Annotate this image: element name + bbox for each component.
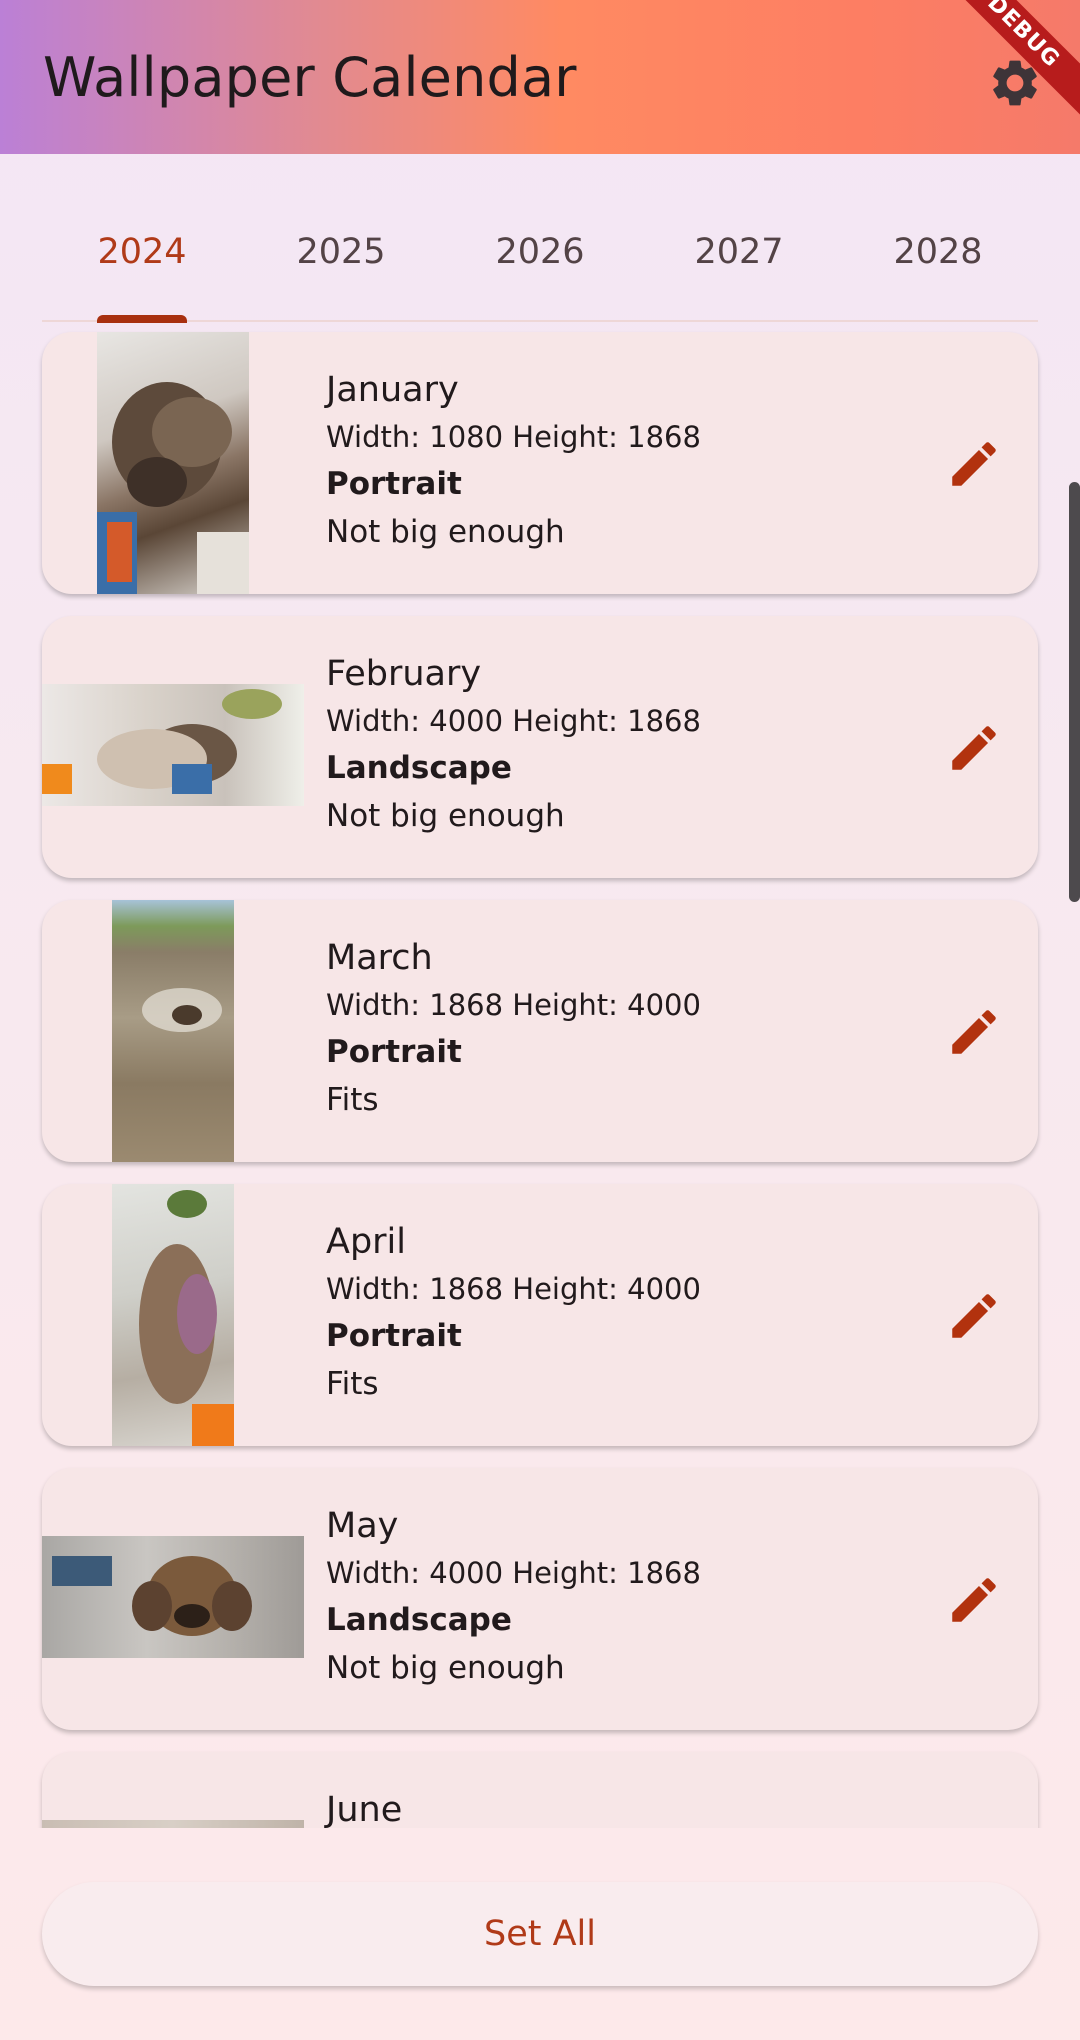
tab-2027[interactable]: 2027 (639, 232, 839, 292)
month-name: May (326, 1506, 399, 1546)
month-card-february[interactable]: February Width: 4000 Height: 1868 Landsc… (42, 616, 1038, 878)
dog-photo (97, 382, 249, 594)
tab-2028[interactable]: 2028 (838, 232, 1038, 292)
wallpaper-thumbnail (97, 332, 249, 594)
month-name: June (326, 1790, 403, 1828)
edit-button[interactable] (942, 1000, 1006, 1064)
dog-photo (139, 1190, 234, 1446)
orientation-label: Portrait (326, 1318, 462, 1354)
wallpaper-thumbnail (42, 684, 304, 806)
month-card-june[interactable]: June (42, 1752, 1038, 1828)
orientation-label: Landscape (326, 1602, 512, 1638)
orientation-label: Portrait (326, 466, 462, 502)
edit-button[interactable] (942, 716, 1006, 780)
pencil-icon (952, 1578, 996, 1622)
fit-status: Fits (326, 1366, 379, 1402)
image-dimensions: Width: 1080 Height: 1868 (326, 420, 701, 454)
month-name: March (326, 938, 433, 978)
tab-2026[interactable]: 2026 (440, 232, 640, 292)
pencil-icon (952, 442, 996, 486)
tab-indicator (97, 315, 187, 323)
pencil-icon (952, 1010, 996, 1054)
pencil-icon (952, 726, 996, 770)
edit-button[interactable] (942, 432, 1006, 496)
month-card-april[interactable]: April Width: 1868 Height: 4000 Portrait … (42, 1184, 1038, 1446)
month-card-march[interactable]: March Width: 1868 Height: 4000 Portrait … (42, 900, 1038, 1162)
edit-button[interactable] (942, 1568, 1006, 1632)
image-dimensions: Width: 1868 Height: 4000 (326, 1272, 701, 1306)
wallpaper-thumbnail (112, 900, 234, 1162)
scrollbar[interactable] (1069, 482, 1080, 902)
app-title: Wallpaper Calendar (43, 46, 577, 109)
orientation-label: Portrait (326, 1034, 462, 1070)
month-name: January (326, 370, 459, 410)
dog-photo (42, 689, 282, 794)
month-card-may[interactable]: May Width: 4000 Height: 1868 Landscape N… (42, 1468, 1038, 1730)
orientation-label: Landscape (326, 750, 512, 786)
month-name: April (326, 1222, 406, 1262)
set-all-button[interactable]: Set All (42, 1882, 1038, 1986)
month-name: February (326, 654, 482, 694)
app-bar: Wallpaper Calendar DEBUG (0, 0, 1080, 154)
month-list[interactable]: January Width: 1080 Height: 1868 Portrai… (0, 330, 1080, 1828)
wallpaper-thumbnail (112, 1184, 234, 1446)
edit-button[interactable] (942, 1284, 1006, 1348)
image-dimensions: Width: 4000 Height: 1868 (326, 704, 701, 738)
wallpaper-thumbnail (42, 1820, 304, 1828)
pencil-icon (952, 1294, 996, 1338)
wallpaper-thumbnail (42, 1536, 304, 1658)
year-tabs: 2024 2025 2026 2027 2028 (42, 210, 1038, 323)
tab-2025[interactable]: 2025 (241, 232, 441, 292)
fit-status: Not big enough (326, 514, 565, 550)
fit-status: Not big enough (326, 1650, 565, 1686)
fit-status: Not big enough (326, 798, 565, 834)
tab-2024[interactable]: 2024 (42, 232, 242, 292)
image-dimensions: Width: 1868 Height: 4000 (326, 988, 701, 1022)
fit-status: Fits (326, 1082, 379, 1118)
dog-photo (52, 1556, 252, 1636)
image-dimensions: Width: 4000 Height: 1868 (326, 1556, 701, 1590)
beach-photo (142, 988, 222, 1032)
month-card-january[interactable]: January Width: 1080 Height: 1868 Portrai… (42, 332, 1038, 594)
